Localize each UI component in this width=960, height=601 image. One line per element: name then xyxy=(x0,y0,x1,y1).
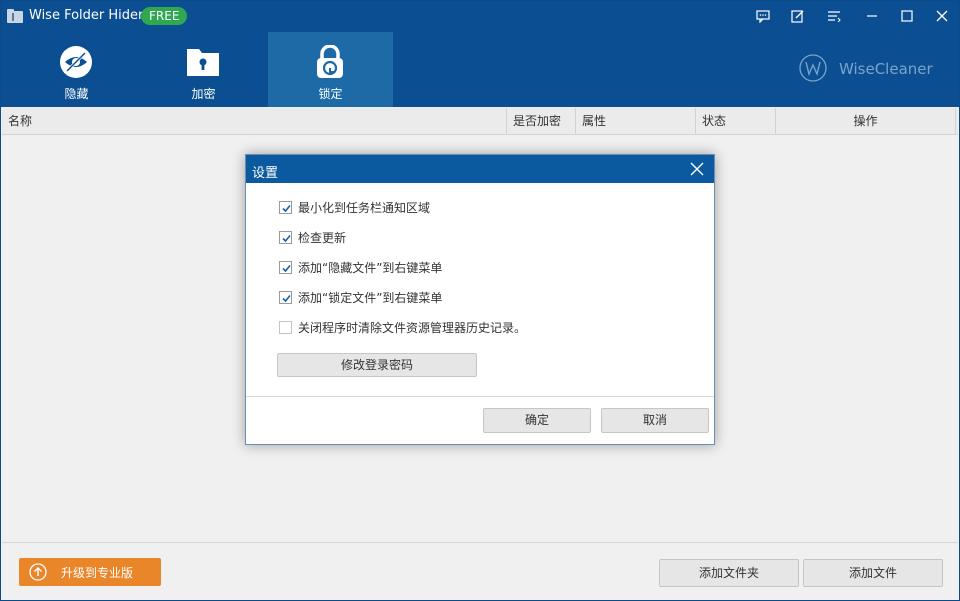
tab-hide[interactable]: 隐藏 xyxy=(14,32,139,107)
divider xyxy=(2,542,958,543)
column-encrypted[interactable]: 是否加密 xyxy=(507,108,576,135)
column-name[interactable]: 名称 xyxy=(2,108,507,135)
option-label: 添加“锁定文件”到右键菜单 xyxy=(298,291,443,305)
table-header: 名称 是否加密 属性 状态 操作 xyxy=(2,108,958,135)
tab-label: 锁定 xyxy=(318,87,343,101)
checkbox[interactable] xyxy=(279,291,292,304)
tab-label: 加密 xyxy=(191,87,216,101)
settings-dialog: 设置 最小化到任务栏通知区域 检查更新 添加“隐藏文件”到右键菜单 添加“锁定文… xyxy=(245,154,715,445)
column-attributes[interactable]: 属性 xyxy=(576,108,696,135)
close-icon[interactable] xyxy=(930,4,954,28)
arrow-up-circle-icon xyxy=(29,563,47,581)
upgrade-label: 升级到专业版 xyxy=(61,566,134,580)
add-file-button[interactable]: 添加文件 xyxy=(803,559,943,587)
dialog-title: 设置 xyxy=(252,166,279,181)
tab-lock[interactable]: 锁定 xyxy=(268,32,393,107)
free-badge: FREE xyxy=(141,7,188,25)
title-bar: Wise Folder Hider FREE xyxy=(1,1,959,31)
option-label: 关闭程序时清除文件资源管理器历史记录。 xyxy=(298,321,527,335)
close-icon[interactable] xyxy=(688,160,706,178)
app-header: Wise Folder Hider FREE 隐藏 加密 锁定 WiseClea… xyxy=(1,1,959,107)
option-label: 检查更新 xyxy=(298,231,347,245)
change-password-button[interactable]: 修改登录密码 xyxy=(277,353,477,377)
column-actions[interactable]: 操作 xyxy=(776,108,956,135)
checkbox[interactable] xyxy=(279,261,292,274)
ok-button[interactable]: 确定 xyxy=(483,408,591,433)
minimize-icon[interactable] xyxy=(860,4,884,28)
app-logo-icon xyxy=(7,9,23,23)
option-label: 最小化到任务栏通知区域 xyxy=(298,201,431,215)
tab-label: 隐藏 xyxy=(64,87,89,101)
app-title: Wise Folder Hider xyxy=(29,8,144,23)
add-folder-button[interactable]: 添加文件夹 xyxy=(659,559,799,587)
feedback-icon[interactable] xyxy=(751,4,775,28)
option-label: 添加“隐藏文件”到右键菜单 xyxy=(298,261,443,275)
eye-slash-icon xyxy=(60,46,92,78)
edit-icon[interactable] xyxy=(786,4,810,28)
checkbox[interactable] xyxy=(279,321,292,334)
checkbox[interactable] xyxy=(279,201,292,214)
upgrade-button[interactable]: 升级到专业版 xyxy=(19,558,161,586)
column-status[interactable]: 状态 xyxy=(696,108,776,135)
checkbox[interactable] xyxy=(279,231,292,244)
wisecleaner-logo-icon xyxy=(799,54,827,82)
lock-folder-icon xyxy=(187,49,219,76)
dialog-title-bar: 设置 xyxy=(246,155,714,183)
padlock-icon xyxy=(317,45,343,78)
brand-name: WiseCleaner xyxy=(839,60,933,78)
cancel-button[interactable]: 取消 xyxy=(601,408,709,433)
dialog-divider xyxy=(246,396,714,397)
maximize-icon[interactable] xyxy=(895,4,919,28)
menu-icon[interactable] xyxy=(822,4,846,28)
tab-encrypt[interactable]: 加密 xyxy=(141,32,266,107)
